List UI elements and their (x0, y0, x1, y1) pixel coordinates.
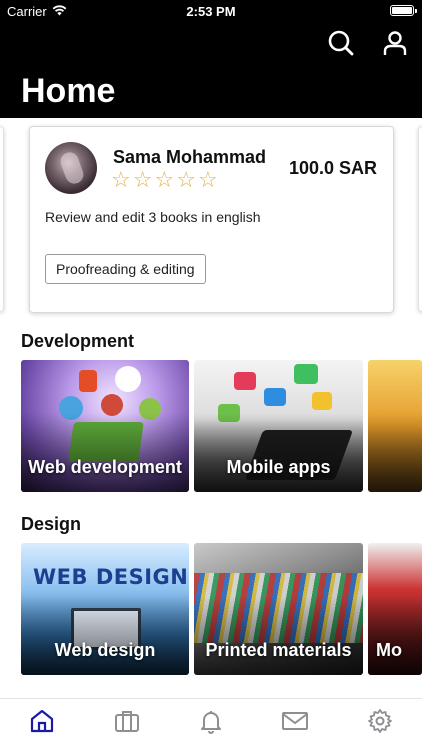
status-bar: Carrier 2:53 PM (0, 0, 422, 22)
next-job-card[interactable] (418, 126, 422, 312)
home-icon (31, 709, 54, 733)
profile-button[interactable] (380, 28, 410, 58)
mail-icon (282, 712, 309, 730)
tile-label: Web development (28, 457, 182, 477)
design-tiles[interactable]: WEB DESIGN Web design Printed materials … (21, 543, 422, 675)
star-icon: ☆ (176, 168, 196, 193)
status-time: 2:53 PM (186, 4, 236, 19)
avatar (45, 142, 97, 194)
previous-job-card[interactable] (0, 126, 4, 312)
user-name: Sama Mohammad (113, 147, 267, 167)
category-tag[interactable]: Proofreading & editing (45, 254, 206, 284)
category-tile-partial[interactable] (368, 360, 422, 492)
tab-home[interactable] (0, 699, 84, 743)
job-description: Review and edit 3 books in english (45, 209, 261, 225)
job-card[interactable]: Sama Mohammad ☆ ☆ ☆ ☆ ☆ 100.0 SAR Review… (29, 126, 394, 313)
section-title-development: Development (21, 331, 135, 351)
category-tile-partial[interactable]: Mo (368, 543, 422, 675)
tab-jobs[interactable] (84, 699, 168, 743)
search-button[interactable] (326, 28, 356, 58)
tab-settings[interactable] (338, 699, 422, 743)
tile-label: Mo (376, 640, 402, 660)
job-price: 100.0 SAR (288, 158, 377, 178)
star-icon: ☆ (111, 168, 131, 193)
web-design-artwork: WEB DESIGN (33, 565, 189, 589)
gear-icon (367, 709, 392, 733)
category-tile-web-design[interactable]: WEB DESIGN Web design (21, 543, 189, 675)
bell-icon (201, 711, 222, 734)
briefcase-icon (114, 711, 139, 732)
page-title: Home (21, 72, 116, 110)
tab-notifications[interactable] (169, 699, 253, 743)
tile-label: Printed materials (205, 640, 352, 660)
star-icon: ☆ (132, 168, 153, 193)
development-tiles[interactable]: Web development Mobile apps (21, 360, 422, 492)
user-icon (383, 31, 407, 55)
star-icon: ☆ (197, 168, 218, 193)
category-tile-printed-materials[interactable]: Printed materials (194, 543, 363, 675)
search-icon (328, 30, 354, 56)
category-tile-mobile-apps[interactable]: Mobile apps (194, 360, 363, 492)
battery-icon (390, 5, 417, 16)
category-tile-web-development[interactable]: Web development (21, 360, 189, 492)
star-icon: ☆ (154, 168, 175, 193)
tab-messages[interactable] (253, 699, 337, 743)
section-title-design: Design (21, 514, 82, 534)
tile-label: Web design (54, 640, 156, 660)
bottom-tab-bar (0, 698, 422, 750)
featured-jobs-carousel[interactable]: Sama Mohammad ☆ ☆ ☆ ☆ ☆ 100.0 SAR Review… (0, 118, 422, 324)
tile-label: Mobile apps (226, 457, 331, 477)
star-rating: ☆ ☆ ☆ ☆ ☆ (111, 169, 218, 193)
top-header: Carrier 2:53 PM Home (0, 0, 422, 118)
